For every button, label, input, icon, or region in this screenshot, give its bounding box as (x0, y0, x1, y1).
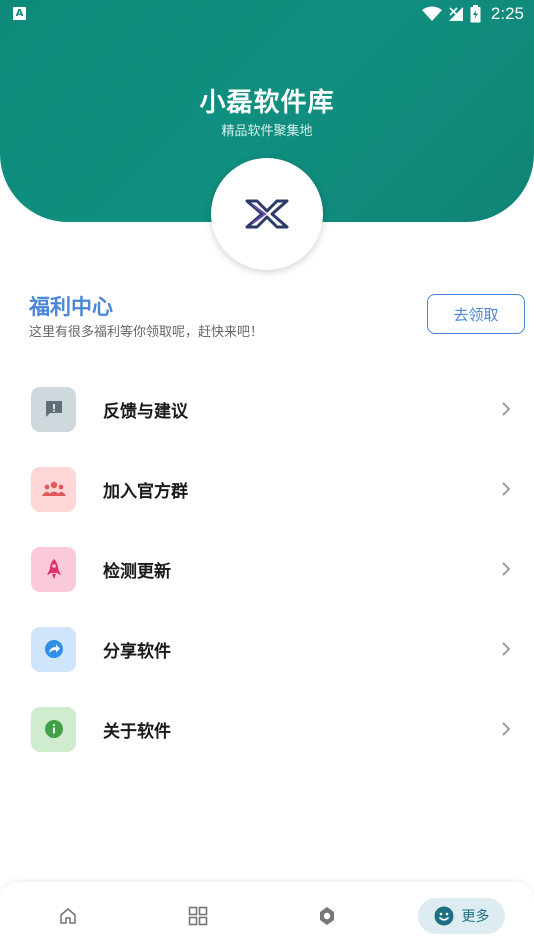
battery-icon (470, 5, 481, 23)
smile-icon (434, 906, 453, 926)
menu-item-about[interactable]: 关于软件 (0, 697, 534, 761)
app-subtitle: 精品软件聚集地 (221, 124, 313, 139)
x-logo-icon (245, 199, 289, 229)
menu-item-label: 关于软件 (103, 721, 171, 742)
status-icons: 2:25 (421, 4, 524, 24)
nav-discover[interactable] (307, 898, 347, 934)
wifi-icon (421, 6, 442, 21)
share-icon (44, 640, 63, 658)
menu-item-feedback[interactable]: 反馈与建议 (0, 377, 534, 441)
chevron-right-icon (502, 562, 511, 576)
info-icon-wrap (31, 706, 76, 752)
chevron-right-icon (502, 722, 511, 736)
nav-more[interactable]: 更多 (418, 898, 505, 934)
menu-item-label: 加入官方群 (103, 481, 188, 502)
menu-item-join-group[interactable]: 加入官方群 (0, 457, 534, 521)
chevron-right-icon (502, 482, 511, 496)
group-icon (41, 481, 66, 496)
grid-icon (188, 906, 208, 926)
app-title: 小磊软件库 (199, 88, 335, 118)
welfare-title: 福利中心 (29, 295, 113, 319)
notification-badge: A (13, 7, 26, 20)
share-icon-wrap (31, 626, 76, 672)
menu-item-label: 分享软件 (103, 641, 171, 662)
bottom-nav: 更多 (0, 882, 534, 950)
discover-icon (320, 907, 334, 925)
menu-item-label: 检测更新 (103, 561, 171, 582)
nav-categories[interactable] (178, 898, 218, 934)
feedback-icon (45, 401, 62, 417)
nav-home[interactable] (48, 898, 88, 934)
status-time: 2:25 (490, 4, 524, 23)
home-icon (60, 908, 76, 924)
nav-more-label: 更多 (461, 909, 490, 925)
status-bar: A 2:25 (0, 0, 534, 28)
chevron-right-icon (502, 402, 511, 416)
group-icon-wrap (31, 466, 76, 512)
info-icon (44, 720, 63, 738)
app-logo (211, 158, 323, 270)
menu-item-check-update[interactable]: 检测更新 (0, 537, 534, 601)
menu-item-share[interactable]: 分享软件 (0, 617, 534, 681)
welfare-description: 这里有很多福利等你领取呢，赶快来吧！ (29, 325, 264, 340)
no-signal-icon (448, 7, 463, 21)
chevron-right-icon (502, 642, 511, 656)
claim-button[interactable]: 去领取 (427, 294, 525, 334)
rocket-icon (46, 559, 61, 579)
feedback-icon-wrap (31, 386, 76, 432)
menu-item-label: 反馈与建议 (103, 401, 188, 422)
rocket-icon-wrap (31, 546, 76, 592)
